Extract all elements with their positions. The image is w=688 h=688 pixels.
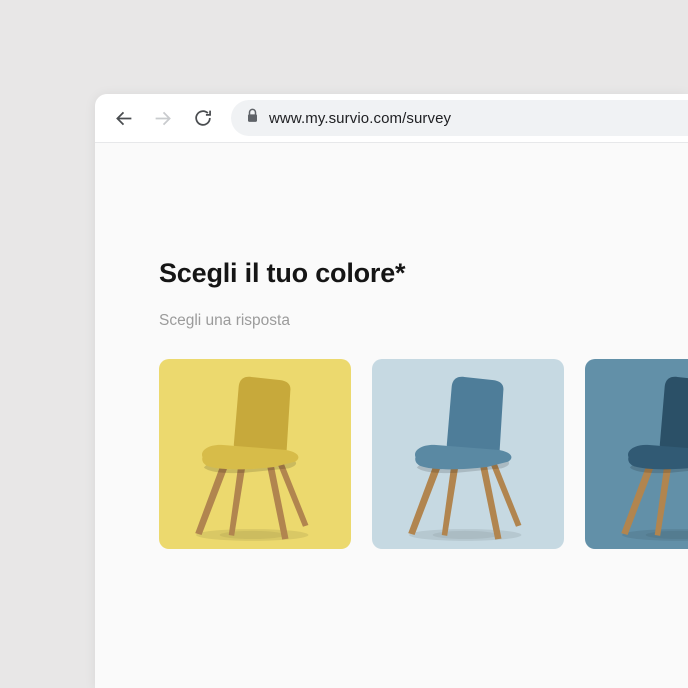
answer-card-light-blue-chair[interactable]: [372, 359, 564, 549]
forward-arrow-icon: [153, 108, 174, 129]
address-bar[interactable]: www.my.survio.com/survey: [231, 100, 688, 136]
answer-card-dark-blue-chair[interactable]: [585, 359, 688, 549]
question-title: Scegli il tuo colore*: [159, 258, 688, 289]
browser-toolbar: www.my.survio.com/survey: [95, 94, 688, 143]
back-arrow-icon: [113, 108, 134, 129]
reload-button[interactable]: [183, 98, 223, 138]
light-blue-chair-image: [399, 372, 537, 544]
reload-icon: [193, 108, 213, 128]
lock-icon: [245, 107, 260, 129]
browser-window: www.my.survio.com/survey Scegli il tuo c…: [95, 94, 688, 688]
question-hint: Scegli una risposta: [159, 312, 688, 330]
forward-button[interactable]: [143, 98, 183, 138]
url-text: www.my.survio.com/survey: [269, 110, 451, 127]
dark-blue-chair-image: [612, 372, 688, 544]
back-button[interactable]: [103, 98, 143, 138]
survey-page: Scegli il tuo colore* Scegli una rispost…: [95, 143, 688, 549]
answer-card-yellow-chair[interactable]: [159, 359, 351, 549]
answer-options: [159, 359, 688, 549]
yellow-chair-image: [186, 372, 324, 544]
